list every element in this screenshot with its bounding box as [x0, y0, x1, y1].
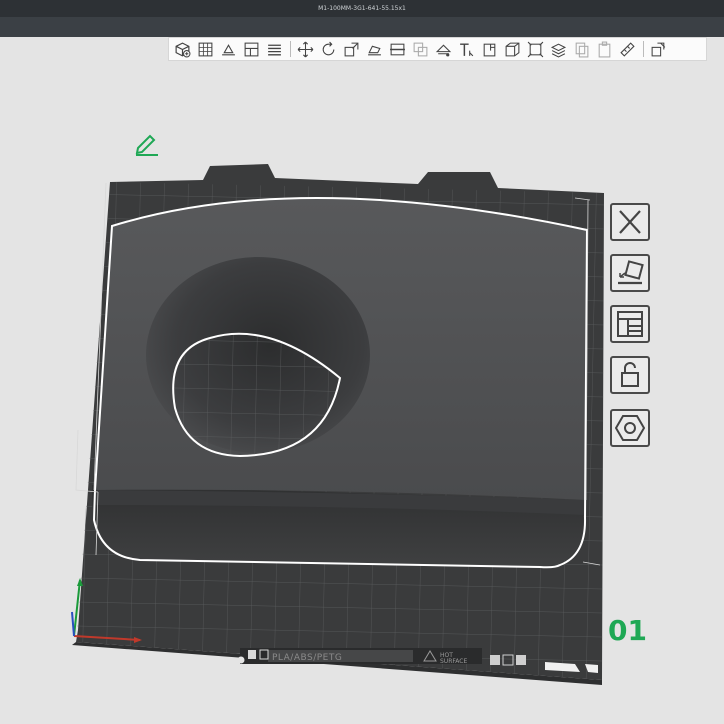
- plate-number: 01: [608, 614, 647, 647]
- lock-plate-button[interactable]: [610, 356, 650, 394]
- arrange-button[interactable]: [610, 305, 650, 343]
- edit-plate-icon[interactable]: [134, 132, 160, 156]
- hot-surface-warning: HOT SURFACE: [440, 653, 467, 665]
- close-plate-button[interactable]: [610, 203, 650, 241]
- lock-icon: [621, 362, 639, 387]
- hot-surface-line2: SURFACE: [440, 658, 468, 665]
- arrange-icon: [617, 311, 643, 337]
- plate-settings-button[interactable]: [610, 409, 650, 447]
- auto-orient-button[interactable]: [610, 254, 650, 292]
- close-icon: [619, 210, 641, 234]
- hex-nut-icon: [615, 415, 645, 441]
- filament-label: PLA/ABS/PETG: [272, 653, 343, 663]
- auto-orient-icon: [618, 260, 644, 285]
